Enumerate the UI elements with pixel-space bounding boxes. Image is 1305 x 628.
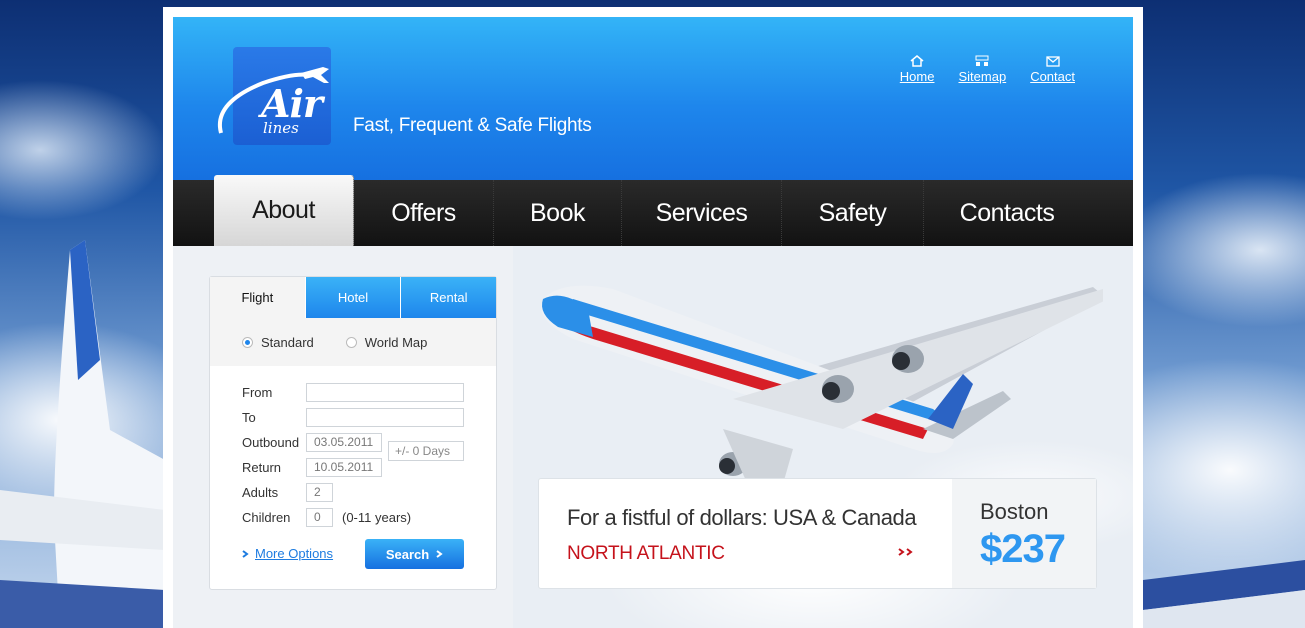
nav-about[interactable]: About: [214, 175, 354, 246]
page-frame: Air lines Fast, Frequent & Safe Flights …: [163, 7, 1143, 628]
outbound-date-input[interactable]: 03.05.2011: [306, 433, 382, 452]
search-button[interactable]: Search: [365, 539, 464, 569]
logo-subtext: lines: [263, 119, 299, 137]
booking-tabs: Flight Hotel Rental: [210, 277, 497, 318]
promo-price: $237: [980, 527, 1066, 571]
search-type: Standard World Map: [210, 318, 496, 366]
radio-world-map-dot[interactable]: [345, 336, 357, 348]
return-label: Return: [242, 460, 282, 475]
sitemap-link[interactable]: Sitemap: [958, 55, 1006, 84]
promo-city: Boston: [980, 499, 1049, 524]
flight-form: From To Outbound 03.05.2011 Return 10.05…: [210, 366, 496, 530]
top-links: Home Sitemap Contact: [900, 55, 1075, 84]
children-input[interactable]: 0: [306, 508, 333, 527]
nav-safety[interactable]: Safety: [782, 180, 924, 246]
promo-subtitle: NORTH ATLANTIC: [567, 543, 725, 564]
nav-services[interactable]: Services: [622, 180, 782, 246]
home-link[interactable]: Home: [899, 55, 935, 84]
site-container: Air lines Fast, Frequent & Safe Flights …: [173, 17, 1133, 628]
booking-widget: Flight Hotel Rental Standard World Map F…: [209, 276, 497, 590]
contact-link-label: Contact: [1030, 69, 1075, 84]
contact-link[interactable]: Contact: [1030, 55, 1075, 84]
envelope-icon: [1045, 56, 1060, 67]
tab-hotel[interactable]: Hotel: [304, 277, 401, 318]
from-input[interactable]: [306, 383, 464, 402]
nav-contacts[interactable]: Contacts: [924, 180, 1090, 246]
promo-info: For a fistful of dollars: USA & Canada N…: [539, 479, 952, 588]
search-button-label: Search: [385, 546, 430, 562]
promo-price-box: Boston $237: [952, 479, 1096, 588]
double-arrow-icon[interactable]: [898, 547, 914, 557]
tab-flight[interactable]: Flight: [210, 277, 305, 318]
promo-title: For a fistful of dollars: USA & Canada: [567, 505, 917, 530]
to-label: To: [242, 410, 256, 425]
adults-input[interactable]: 2: [306, 483, 333, 502]
background-airplane-tail: [0, 240, 165, 628]
main-nav: About Offers Book Services Safety Contac…: [173, 175, 1133, 246]
more-options-link[interactable]: More Options: [242, 546, 333, 561]
home-icon: [910, 55, 924, 67]
nav-offers[interactable]: Offers: [354, 180, 494, 246]
tagline: Fast, Frequent & Safe Flights: [353, 115, 592, 136]
sitemap-link-label: Sitemap: [958, 69, 1007, 84]
from-label: From: [242, 385, 273, 400]
background-airplane-wing: [1143, 560, 1305, 628]
sitemap-icon: [975, 55, 989, 66]
arrow-right-icon: [436, 550, 443, 558]
radio-standard-dot[interactable]: [242, 336, 253, 348]
return-date-input[interactable]: 10.05.2011: [306, 458, 382, 477]
radio-world-map-label: World Map: [364, 334, 428, 350]
radio-standard[interactable]: Standard: [242, 335, 314, 350]
nav-book[interactable]: Book: [494, 180, 622, 246]
promo-card[interactable]: For a fistful of dollars: USA & Canada N…: [538, 478, 1097, 589]
adults-label: Adults: [242, 485, 279, 500]
more-options-label: More Options: [255, 546, 334, 561]
arrow-right-icon: [242, 549, 249, 558]
children-age-note: (0-11 years): [342, 510, 412, 525]
radio-standard-label: Standard: [261, 334, 314, 350]
days-range-select[interactable]: +/- 0 Days: [388, 441, 464, 461]
header: Air lines Fast, Frequent & Safe Flights …: [173, 17, 1133, 180]
home-link-label: Home: [899, 69, 935, 84]
radio-world-map[interactable]: World Map: [345, 334, 428, 350]
to-input[interactable]: [306, 408, 464, 427]
children-label: Children: [242, 510, 291, 525]
tab-rental[interactable]: Rental: [400, 277, 497, 318]
outbound-label: Outbound: [242, 435, 300, 450]
